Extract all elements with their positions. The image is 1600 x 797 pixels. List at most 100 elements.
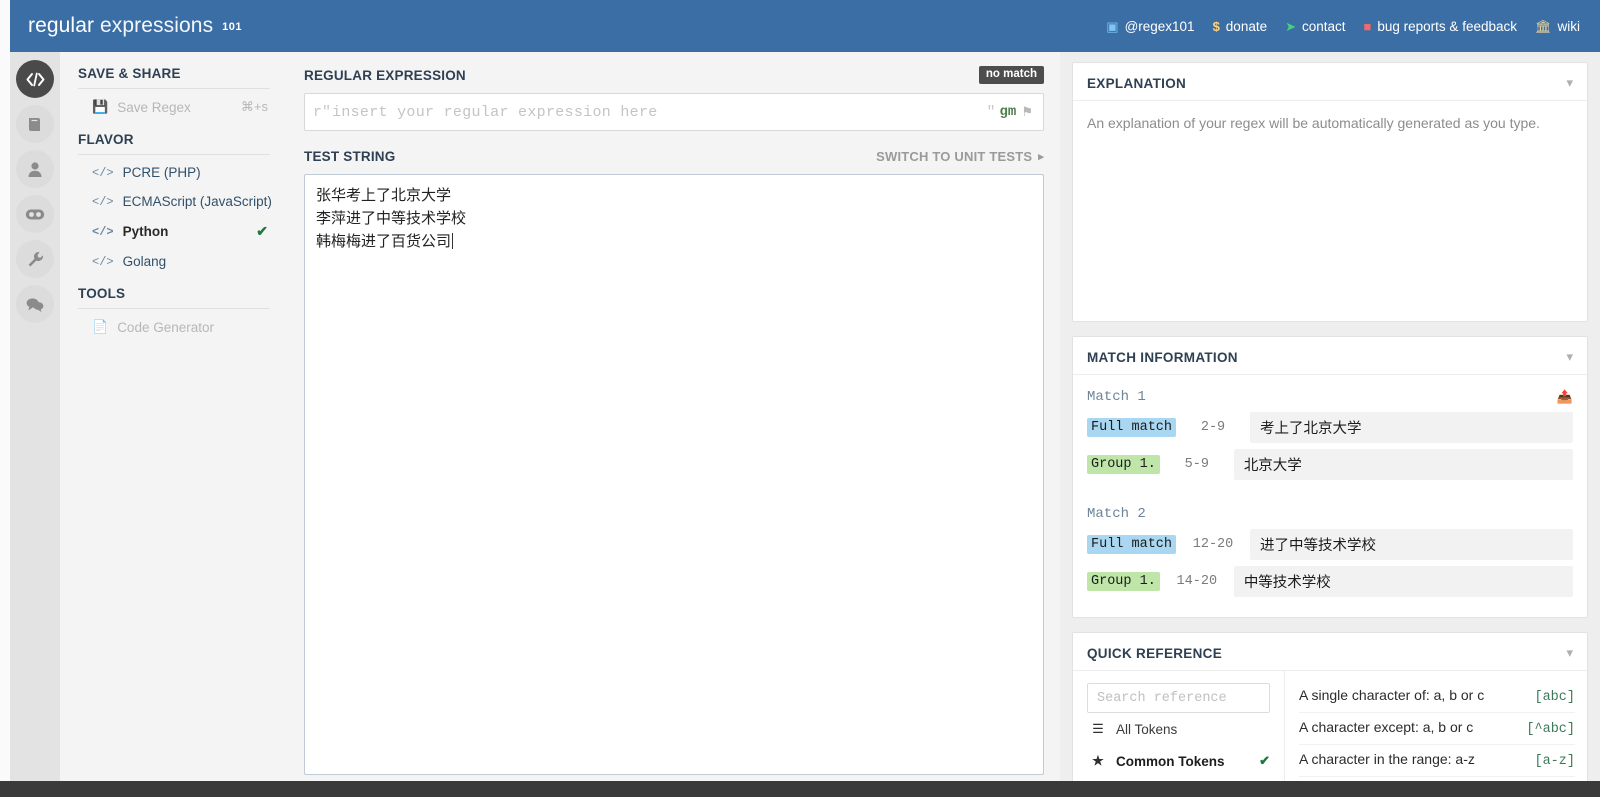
chat-bubbles-icon (26, 297, 44, 312)
flavor-label: PCRE (PHP) (122, 165, 201, 180)
regex-flags[interactable]: gm (1000, 104, 1017, 120)
divider (78, 154, 270, 155)
token-syntax: [abc] (1534, 690, 1575, 705)
match-label: Match 2 (1087, 506, 1146, 522)
logo-sup-101: 101 (222, 21, 242, 33)
match-label: Match 1 (1087, 389, 1146, 405)
save-share-section-title: SAVE & SHARE (78, 66, 181, 81)
rail-item-links[interactable] (16, 195, 54, 233)
quick-reference-category-all-tokens[interactable]: ☰ All Tokens (1087, 713, 1270, 745)
save-icon: 💾 (92, 99, 109, 114)
top-bar: regular expressions 101 ▣ @regex101 $ do… (10, 0, 1600, 52)
nav-link-donate-label: donate (1225, 18, 1268, 34)
wrench-icon (28, 251, 43, 266)
site-logo[interactable]: regular expressions 101 (28, 14, 242, 38)
flavor-label: ECMAScript (JavaScript) (122, 194, 272, 209)
quick-reference-row[interactable]: A character in the range: a-z [a-z] (1299, 745, 1575, 777)
token-syntax: [a-z] (1534, 754, 1575, 769)
match-range: 2-9 (1200, 420, 1226, 435)
check-icon: ✔ (256, 223, 268, 239)
test-string-line: 李萍进了中等技术学校 (316, 210, 467, 227)
test-string-line-with-caret: 韩梅梅进了百货公司 (316, 230, 1032, 253)
flavor-item-pcre[interactable]: </> PCRE (PHP) (78, 158, 270, 187)
rail-item-account[interactable] (16, 150, 54, 188)
group-tag: Group 1. (1087, 572, 1160, 591)
regex-input[interactable]: r" insert your regular expression here "… (304, 93, 1044, 131)
regex-placeholder: insert your regular expression here (332, 103, 658, 121)
save-regex-label: Save Regex (117, 99, 191, 115)
test-string-line: 张华考上了北京大学 (316, 187, 452, 204)
divider (78, 88, 270, 89)
external-link-icon[interactable]: 📤 (1557, 390, 1573, 405)
quick-reference-header: QUICK REFERENCE ▾ (1073, 633, 1587, 671)
match-row: Full match 2-9 考上了北京大学 (1087, 412, 1573, 443)
save-regex-shortcut: ⌘+s (240, 99, 268, 114)
nav-link-bug-reports[interactable]: ■ bug reports & feedback (1364, 19, 1517, 34)
rail-item-code[interactable] (16, 60, 54, 98)
token-description: A single character of: a, b or c (1299, 687, 1485, 703)
user-icon (28, 161, 42, 177)
bottom-bar (0, 781, 1600, 797)
test-string-input[interactable]: 张华考上了北京大学 李萍进了中等技术学校 韩梅梅进了百货公司 (304, 174, 1044, 775)
paper-plane-icon: ➤ (1285, 18, 1296, 34)
save-regex-button[interactable]: 💾 Save Regex ⌘+s (78, 92, 270, 122)
info-column: EXPLANATION ▾ An explanation of your reg… (1060, 52, 1600, 797)
test-string-header: TEST STRING SWITCH TO UNIT TESTS ▸ (304, 145, 1044, 167)
match-group-header: Match 1 📤 (1087, 389, 1573, 405)
nav-link-twitter-label: @regex101 (1124, 18, 1195, 34)
match-value: 中等技术学校 (1233, 566, 1573, 597)
status-badge: no match (978, 65, 1044, 85)
match-row: Group 1. 5-9 北京大学 (1087, 449, 1573, 480)
match-information-body: Match 1 📤 Full match 2-9 考上了北京大学 Group 1… (1073, 375, 1587, 617)
token-syntax: [^abc] (1526, 722, 1575, 737)
link-icon (25, 209, 45, 219)
flag-icon[interactable]: ⚑ (1021, 105, 1033, 120)
regular-expression-label: REGULAR EXPRESSION (304, 67, 466, 83)
match-row: Full match 12-20 进了中等技术学校 (1087, 529, 1573, 560)
token-description: A character except: a, b or c (1299, 719, 1474, 735)
category-label: Common Tokens (1116, 753, 1225, 769)
flavor-item-golang[interactable]: </> Golang (78, 247, 270, 276)
code-icon: </> (92, 165, 114, 180)
flavor-label: Python (122, 224, 169, 239)
test-string-label: TEST STRING (304, 148, 396, 164)
quick-reference-category-common-tokens[interactable]: ★ Common Tokens ✔ (1087, 745, 1270, 777)
star-icon: ★ (1092, 753, 1104, 768)
code-icon (26, 72, 44, 86)
rail-item-settings[interactable] (16, 240, 54, 278)
match-value: 考上了北京大学 (1250, 412, 1573, 443)
nav-link-contact[interactable]: ➤ contact (1285, 19, 1345, 34)
code-icon: </> (92, 194, 114, 209)
nav-link-twitter[interactable]: ▣ @regex101 (1106, 19, 1194, 34)
editor-column: REGULAR EXPRESSION no match r" insert yo… (288, 52, 1060, 797)
code-generator-button[interactable]: 📄 Code Generator (78, 312, 270, 342)
switch-to-unit-tests-link[interactable]: SWITCH TO UNIT TESTS ▸ (876, 149, 1044, 164)
document-icon: 📄 (92, 319, 109, 334)
match-range: 14-20 (1176, 574, 1218, 589)
quick-reference-row[interactable]: A character except: a, b or c [^abc] (1299, 713, 1575, 745)
chevron-down-icon[interactable]: ▾ (1566, 349, 1573, 365)
chevron-down-icon[interactable]: ▾ (1566, 645, 1573, 661)
rail-item-community[interactable] (16, 285, 54, 323)
code-generator-label: Code Generator (117, 319, 214, 335)
nav-link-contact-label: contact (1302, 18, 1346, 34)
switch-to-unit-tests-label: SWITCH TO UNIT TESTS (876, 148, 1033, 164)
divider (78, 308, 270, 309)
nav-link-donate[interactable]: $ donate (1213, 19, 1268, 34)
flavor-item-python[interactable]: </> Python ✔ (78, 216, 270, 247)
explanation-panel: EXPLANATION ▾ An explanation of your reg… (1072, 62, 1588, 322)
chevron-down-icon[interactable]: ▾ (1566, 75, 1573, 91)
quick-reference-row[interactable]: A single character of: a, b or c [abc] (1299, 681, 1575, 713)
regex-suffix: " (986, 103, 996, 121)
code-icon: </> (92, 224, 114, 239)
flavor-item-ecmascript[interactable]: </> ECMAScript (JavaScript) (78, 187, 272, 216)
rail-item-library[interactable] (16, 105, 54, 143)
full-match-tag: Full match (1087, 535, 1177, 554)
match-information-header: MATCH INFORMATION ▾ (1073, 337, 1587, 375)
match-group-header: Match 2 (1087, 506, 1573, 522)
icon-rail (10, 52, 60, 797)
chevron-right-icon: ▸ (1038, 150, 1044, 163)
nav-link-wiki[interactable]: 🏛 wiki (1535, 19, 1580, 34)
search-input[interactable] (1087, 683, 1270, 713)
